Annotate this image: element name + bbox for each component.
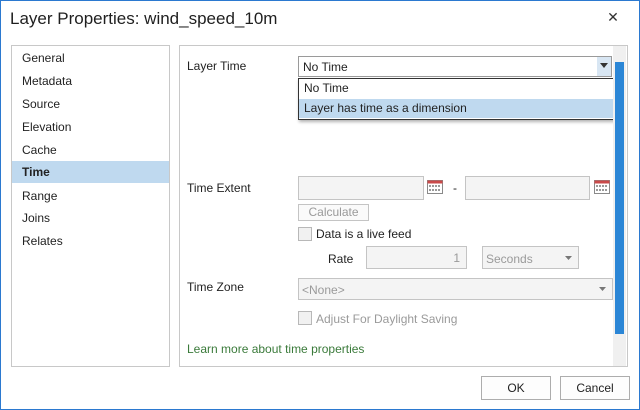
panel-scrollbar[interactable]: [613, 46, 626, 366]
end-time-field[interactable]: [465, 176, 590, 200]
learn-more-link[interactable]: Learn more about time properties: [187, 342, 364, 356]
sidebar-item-cache[interactable]: Cache: [12, 139, 169, 161]
sidebar-item-time[interactable]: Time: [12, 161, 169, 183]
daylight-saving-checkbox[interactable]: [298, 311, 312, 325]
sidebar-item-source[interactable]: Source: [12, 93, 169, 115]
chevron-down-icon: [565, 256, 572, 260]
layer-time-label: Layer Time: [187, 59, 247, 73]
time-extent-label: Time Extent: [187, 181, 251, 195]
time-zone-value: <None>: [302, 283, 345, 297]
chevron-down-icon[interactable]: [597, 57, 611, 76]
dialog-title: Layer Properties: wind_speed_10m: [10, 9, 278, 28]
live-feed-checkbox[interactable]: [298, 227, 312, 241]
layer-properties-dialog: Layer Properties: wind_speed_10m ✕ Gener…: [0, 0, 640, 410]
layer-time-dropdown[interactable]: No Time: [298, 56, 612, 77]
rate-value: 1: [453, 251, 460, 265]
sidebar-nav: General Metadata Source Elevation Cache …: [11, 45, 170, 367]
rate-unit-dropdown[interactable]: Seconds: [482, 246, 579, 269]
rate-unit-value: Seconds: [486, 252, 533, 266]
sidebar-item-joins[interactable]: Joins: [12, 207, 169, 229]
calendar-icon[interactable]: [427, 180, 443, 194]
rate-field[interactable]: 1: [366, 246, 467, 269]
sidebar-item-elevation[interactable]: Elevation: [12, 116, 169, 138]
layer-time-value: No Time: [303, 60, 348, 74]
sidebar-item-general[interactable]: General: [12, 47, 169, 69]
time-zone-label: Time Zone: [187, 280, 244, 294]
title-bar: Layer Properties: wind_speed_10m ✕: [1, 1, 639, 39]
live-feed-label: Data is a live feed: [316, 227, 412, 241]
rate-label: Rate: [328, 252, 354, 266]
layer-time-options-list: No Time Layer has time as a dimension: [298, 78, 616, 120]
close-icon[interactable]: ✕: [606, 10, 620, 24]
scrollbar-thumb[interactable]: [615, 62, 624, 334]
sidebar-item-metadata[interactable]: Metadata: [12, 70, 169, 92]
calendar-icon[interactable]: [594, 180, 610, 194]
time-settings-panel: Layer Time No Time No Time Layer has tim…: [179, 45, 628, 367]
option-time-as-dimension[interactable]: Layer has time as a dimension: [299, 99, 613, 118]
daylight-saving-label: Adjust For Daylight Saving: [316, 312, 458, 326]
time-zone-dropdown[interactable]: <None>: [298, 278, 613, 300]
extent-separator: -: [453, 181, 457, 195]
chevron-down-icon: [599, 287, 606, 291]
ok-button[interactable]: OK: [481, 376, 551, 400]
cancel-button[interactable]: Cancel: [560, 376, 630, 400]
start-time-field[interactable]: [298, 176, 424, 200]
sidebar-item-range[interactable]: Range: [12, 185, 169, 207]
sidebar-item-relates[interactable]: Relates: [12, 230, 169, 252]
calculate-button[interactable]: Calculate: [298, 204, 369, 221]
option-no-time[interactable]: No Time: [299, 79, 613, 98]
